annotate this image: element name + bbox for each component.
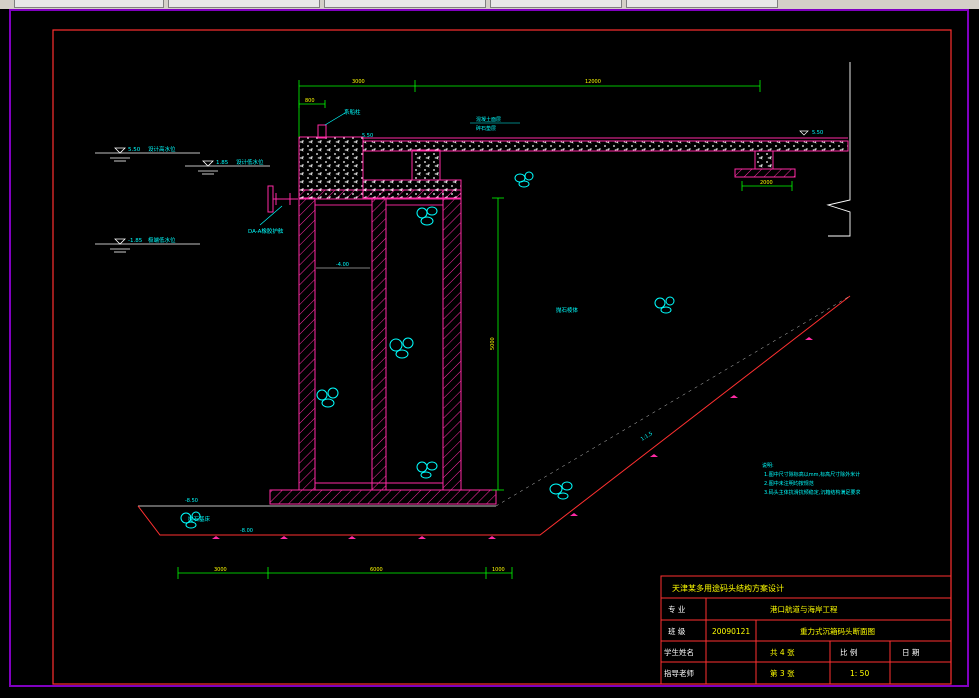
drawing-frame xyxy=(52,29,952,685)
dim-top-left: 3000 xyxy=(352,79,365,85)
level-extreme-low-label: 极端低水位 xyxy=(148,236,176,244)
toolbar-tab[interactable] xyxy=(626,0,778,8)
pavement2-label: 碎石垫层 xyxy=(476,125,496,132)
yard-level-text: 5.50 xyxy=(812,130,823,136)
date-label: 日 期 xyxy=(902,648,919,657)
scale-value: 1: 50 xyxy=(850,669,869,678)
class-label: 班 级 xyxy=(668,626,686,636)
project-title: 天津某多用途码头结构方案设计 xyxy=(672,583,784,593)
stone-symbols xyxy=(180,171,675,529)
fender-leader xyxy=(259,205,283,226)
sheet-number: 第 3 张 xyxy=(770,668,795,678)
base-level-text: -8.50 xyxy=(185,498,198,504)
advisor-label: 指导老师 xyxy=(664,668,694,678)
slope-label: 1:1.5 xyxy=(640,431,654,443)
yard-level-mark xyxy=(799,130,809,136)
notes-heading: 说明: xyxy=(762,462,774,469)
dim-top-main: 12000 xyxy=(585,79,601,85)
backfill-label: 抛石棱体 xyxy=(556,306,579,314)
fender-label: DA-A橡胶护舷 xyxy=(248,227,284,235)
toolbar-tab[interactable] xyxy=(490,0,622,8)
dim-bottom-main: 6000 xyxy=(370,567,383,573)
cad-drawing-canvas[interactable]: 5.50 设计高水位 1.85 设计低水位 -1.85 极端低水位 DA-A橡胶… xyxy=(0,9,979,698)
seabed-level-text: -8.00 xyxy=(240,528,253,534)
rubble-foundation xyxy=(137,295,851,536)
scale-label: 比 例 xyxy=(840,647,857,657)
pavement-label: 混凝土面层 xyxy=(476,116,501,123)
class-value: 20090121 xyxy=(712,627,750,636)
note-line: 3.码头主体抗滑抗倾稳定,沉箱结构满足要求 xyxy=(764,489,860,496)
level-design-low-value: 1.85 xyxy=(216,160,229,166)
bollard-leader xyxy=(324,112,346,126)
water-level-texts: 5.50 设计高水位 1.85 设计低水位 -1.85 极端低水位 xyxy=(128,145,264,244)
level-design-high-label: 设计高水位 xyxy=(148,145,176,153)
toolbar-tab[interactable] xyxy=(324,0,486,8)
major-label: 专 业 xyxy=(668,604,686,614)
note-line: 2.图中未注明均按规范 xyxy=(764,480,814,487)
level-design-high-value: 5.50 xyxy=(128,147,141,153)
toolbar-tab[interactable] xyxy=(168,0,320,8)
bollard-label: 系船柱 xyxy=(344,108,361,116)
major-value: 港口航道与海岸工程 xyxy=(770,604,838,614)
bollard xyxy=(317,124,327,139)
dim-height: 5000 xyxy=(490,337,496,350)
student-label: 学生姓名 xyxy=(664,647,694,657)
caisson-walls xyxy=(298,189,462,491)
title-block-texts: 天津某多用途码头结构方案设计 专 业 港口航道与海岸工程 班 级 2009012… xyxy=(664,583,919,678)
dim-bottom-right: 1000 xyxy=(492,567,505,573)
dim-trench: 2000 xyxy=(760,180,773,186)
deck-beam xyxy=(411,149,441,181)
level-design-low-label: 设计低水位 xyxy=(236,158,264,166)
dim-bottom-left: 3000 xyxy=(214,567,227,573)
drawing-name: 重力式沉箱码头断面图 xyxy=(800,626,875,636)
window-toolbar xyxy=(0,0,979,9)
cap-beam xyxy=(362,179,462,199)
level-extreme-low-value: -1.85 xyxy=(128,238,143,244)
inner-level-text: -4.00 xyxy=(336,262,349,268)
toolbar-tab[interactable] xyxy=(14,0,164,8)
notes-block: 说明: 1.图中尺寸除标高以mm,标高尺寸除外米计 2.图中未注明均按规范 3.… xyxy=(762,462,860,496)
sheets-total: 共 4 张 xyxy=(770,648,795,657)
note-line: 1.图中尺寸除标高以mm,标高尺寸除外米计 xyxy=(764,471,860,478)
fender xyxy=(267,185,298,213)
superstructure-cap xyxy=(298,136,364,200)
dim-small-top: 800 xyxy=(305,98,315,104)
outer-border xyxy=(9,9,969,687)
